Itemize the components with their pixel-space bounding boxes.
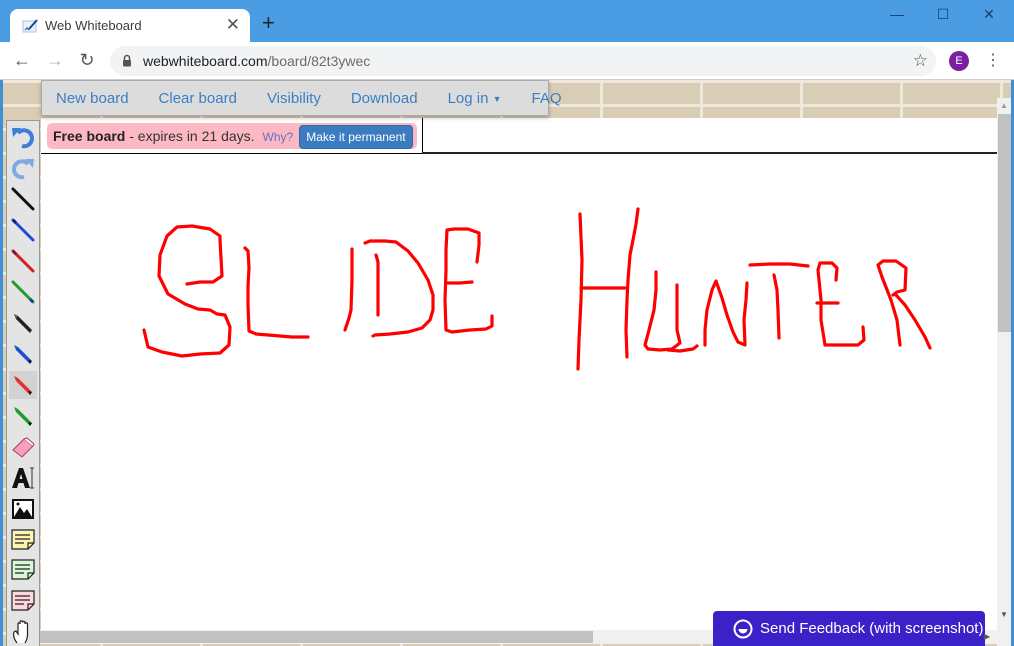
tool-pen-green[interactable] [9,278,37,306]
make-permanent-button[interactable]: Make it permanent [299,125,413,149]
bookmark-star-icon[interactable]: ☆ [913,51,928,71]
tool-marker-blue[interactable] [9,340,37,368]
canvas-border [422,152,997,154]
tool-undo[interactable] [9,123,37,151]
menu-clear-board[interactable]: Clear board [159,90,237,107]
pen-green-icon [11,280,35,304]
menu-faq[interactable]: FAQ [532,90,562,107]
tool-eraser[interactable] [9,433,37,461]
free-board-notice: Free board - expires in 21 days. Why? Make… [47,123,417,149]
close-window-button[interactable]: ✕ [966,6,1012,28]
url-path: /board/82t3ywec [267,53,371,69]
tool-sticky-yellow[interactable] [9,525,37,553]
tool-pen-black[interactable] [9,185,37,213]
browser-tab[interactable]: Web Whiteboard ✕ [10,9,250,43]
forward-button[interactable]: → [44,50,66,72]
browser-toolbar: ← → ↻ webwhiteboard.com/board/82t3ywec ☆ [0,42,1014,80]
menu-visibility[interactable]: Visibility [267,90,321,107]
pen-black-icon [11,187,35,211]
send-feedback-button[interactable]: Send Feedback (with screenshot) [713,611,985,646]
tool-redo[interactable] [9,154,37,182]
tool-pan[interactable] [9,617,37,645]
tool-text[interactable] [9,464,37,492]
eraser-icon [12,437,35,458]
marker-blue-icon [14,345,32,364]
tab-title: Web Whiteboard [45,18,142,33]
feedback-label: Send Feedback (with screenshot) [760,620,984,637]
minimize-button[interactable]: — [874,6,920,28]
tool-palette [6,120,40,646]
sticky-note-yellow-icon [11,529,35,550]
tool-marker-green[interactable] [9,402,37,430]
tab-close-icon[interactable]: ✕ [226,15,240,35]
top-menu: New board Clear board Visibility Downloa… [41,80,562,116]
sticky-note-green-icon [11,559,35,580]
back-button[interactable]: ← [11,50,33,72]
why-link[interactable]: Why? [263,130,294,144]
pen-red-icon [11,249,35,273]
notice-title: Free board [53,128,126,144]
tool-pen-blue[interactable] [9,216,37,244]
title-bar: Web Whiteboard ✕ + — ☐ ✕ [0,0,1014,43]
browser-menu-icon[interactable]: ⋮ [985,50,1001,72]
whiteboard-canvas[interactable] [41,118,997,630]
scroll-right-icon[interactable]: ▶ [984,632,990,641]
redo-icon [12,159,34,180]
sticky-note-pink-icon [11,590,35,611]
undo-icon [12,128,34,149]
menu-download[interactable]: Download [351,90,418,107]
scroll-up-icon[interactable]: ▲ [1000,101,1008,110]
marker-red-icon [14,376,32,395]
log-in-label: Log in [447,89,489,107]
notice-text: - expires in 21 days. [125,128,255,144]
caret-down-icon: ▼ [492,93,502,104]
tool-sticky-green[interactable] [9,555,37,583]
lock-icon [123,54,131,67]
tool-marker-black[interactable] [9,309,37,337]
image-icon [12,499,34,519]
menu-log-in[interactable]: Log in ▼ [448,90,502,107]
feedback-smile-icon [733,619,753,638]
marker-green-icon [14,407,32,426]
reload-button[interactable]: ↻ [76,50,98,72]
menu-new-board[interactable]: New board [56,90,129,107]
tool-sticky-pink[interactable] [9,586,37,614]
whiteboard-page: New board Clear board Visibility Downloa… [0,80,1014,646]
scroll-down-icon[interactable]: ▼ [1000,610,1008,619]
url-text: webwhiteboard.com/board/82t3ywec [143,53,370,69]
tool-marker-red[interactable] [9,371,37,399]
hand-pan-icon [13,620,29,644]
vertical-scroll-thumb[interactable] [998,114,1011,332]
tool-pen-red[interactable] [9,247,37,275]
tool-image[interactable] [9,495,37,523]
address-bar[interactable]: webwhiteboard.com/board/82t3ywec ☆ [110,46,936,76]
text-icon [12,467,34,489]
new-tab-button[interactable]: + [262,12,275,34]
pen-blue-icon [11,218,35,242]
marker-black-icon [14,314,32,333]
maximize-button[interactable]: ☐ [920,6,966,28]
url-domain: webwhiteboard.com [143,53,268,69]
window-border-left [0,80,3,646]
whiteboard-favicon-icon [22,19,38,33]
profile-avatar[interactable]: E [949,51,969,71]
browser-window: Web Whiteboard ✕ + — ☐ ✕ ← → ↻ webwhiteb… [0,0,1014,646]
vertical-scrollbar[interactable]: ▲ [997,98,1011,646]
horizontal-scroll-thumb[interactable] [40,631,593,643]
